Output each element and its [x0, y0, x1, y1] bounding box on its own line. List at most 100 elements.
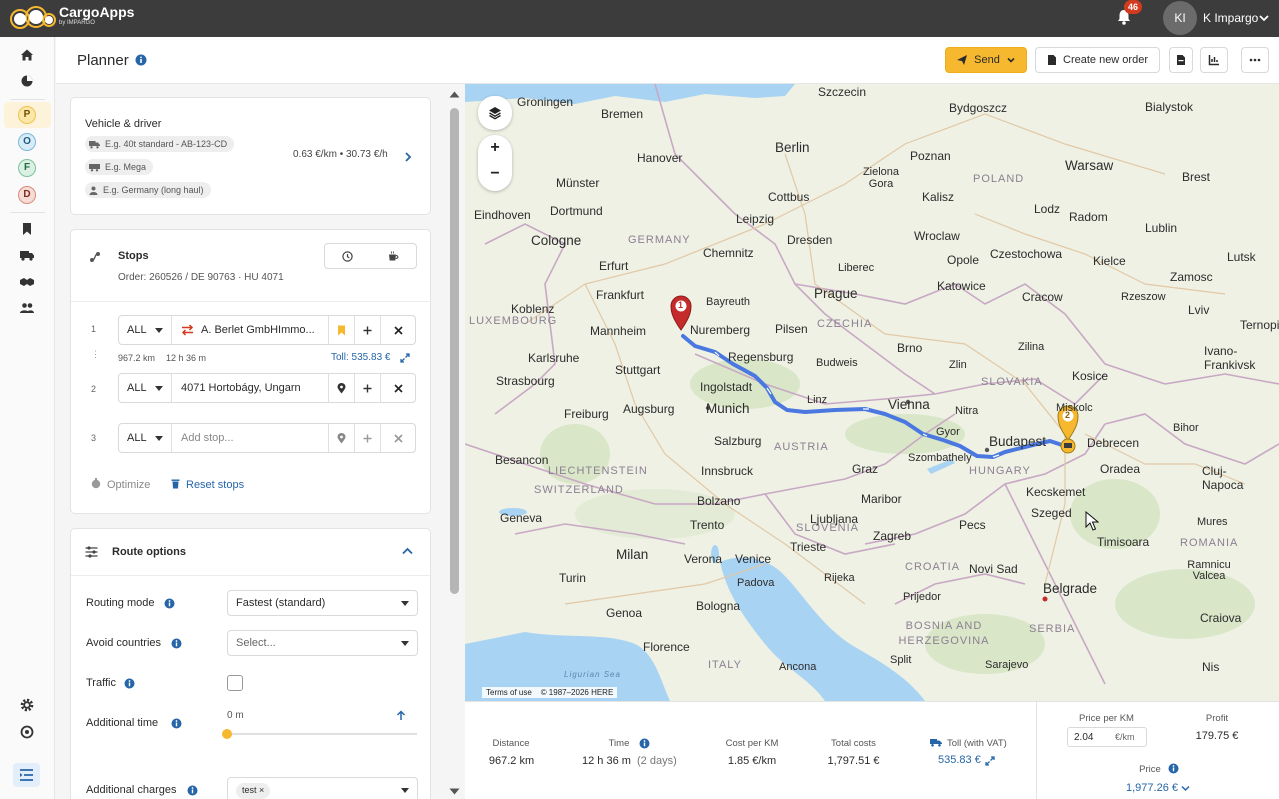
zoom-in-button[interactable]: +	[478, 139, 512, 157]
city-label: Sarajevo	[985, 659, 1029, 671]
close-icon	[393, 325, 403, 335]
info-icon[interactable]	[171, 718, 182, 729]
stop-2-name[interactable]: 4071 Hortobágy, Ungarn	[181, 382, 323, 394]
gear-icon[interactable]	[19, 697, 35, 713]
caret-down-icon	[401, 788, 409, 793]
city-label: Katowice	[937, 279, 986, 293]
truck-icon	[89, 140, 100, 148]
stop-filter-select[interactable]: ALL	[119, 424, 172, 452]
driver-chip[interactable]: E.g. Germany (long haul)	[85, 182, 211, 198]
create-new-order-button[interactable]: Create new order	[1035, 47, 1160, 73]
trailer-chip[interactable]: E.g. Mega	[85, 159, 154, 175]
stop-1-name[interactable]: A. Berlet GmbHImmo...	[201, 324, 323, 336]
route-marker-1[interactable]: 1	[678, 300, 683, 310]
zoom-out-button[interactable]: −	[478, 165, 512, 183]
city-label: Cracow	[1022, 290, 1063, 304]
locate-stop-button[interactable]	[328, 374, 354, 402]
info-icon[interactable]	[124, 678, 135, 689]
nav-documents[interactable]: D	[18, 186, 36, 204]
country-label: SLOVAKIA	[981, 376, 1043, 388]
stop-filter-select[interactable]: ALL	[119, 316, 172, 344]
scroll-up-icon[interactable]	[449, 91, 460, 98]
info-icon[interactable]	[171, 638, 182, 649]
city-label: Mures	[1197, 516, 1228, 528]
reset-stops-button[interactable]: Reset stops	[186, 479, 244, 491]
map-layers-button[interactable]	[478, 96, 512, 130]
info-icon[interactable]	[1168, 763, 1179, 774]
city-label: Verona	[684, 552, 723, 566]
add-stop-after-button[interactable]	[354, 316, 380, 344]
info-icon[interactable]	[639, 738, 650, 749]
optimize-button[interactable]: Optimize	[107, 479, 150, 491]
chevron-down-icon[interactable]	[1181, 785, 1190, 792]
optimize-icon	[91, 478, 101, 489]
city-label: Ternopil	[1240, 318, 1279, 332]
chevron-down-icon[interactable]	[1258, 12, 1270, 24]
user-name[interactable]: K Impargo	[1203, 11, 1258, 25]
info-icon[interactable]	[135, 54, 147, 66]
stop-filter-select[interactable]: ALL	[119, 374, 172, 402]
route-icon	[90, 252, 100, 262]
add-stop-after-button[interactable]	[354, 374, 380, 402]
toll-link[interactable]: Toll: 535.83 €	[331, 352, 391, 363]
expand-icon[interactable]	[985, 756, 995, 766]
scrollbar-thumb[interactable]	[450, 108, 459, 594]
remove-stop-button[interactable]	[380, 374, 415, 402]
users-icon[interactable]	[19, 300, 35, 316]
handshake-icon[interactable]	[19, 274, 35, 290]
country-label: GERMANY	[628, 234, 691, 246]
city-label: Szeged	[1031, 506, 1072, 520]
price-value[interactable]: 1,977.26 €	[1126, 782, 1178, 794]
pdf-button[interactable]	[1169, 47, 1193, 73]
vehicle-driver-card[interactable]: Vehicle & driver E.g. 40t standard - AB-…	[70, 97, 431, 215]
avatar[interactable]: KI	[1163, 1, 1197, 35]
more-button[interactable]	[1241, 47, 1269, 73]
collapse-nav-button[interactable]	[13, 763, 40, 787]
remove-stop-button[interactable]	[380, 316, 415, 344]
send-button[interactable]: Send	[945, 47, 1027, 73]
charge-tag[interactable]: test ×	[236, 783, 271, 799]
add-stop-after-button[interactable]	[354, 424, 380, 452]
support-icon[interactable]	[19, 724, 35, 740]
arrow-up-icon[interactable]	[396, 710, 406, 721]
scroll-down-icon[interactable]	[449, 788, 460, 795]
cargoapps-logo[interactable]	[6, 4, 56, 32]
truck-chip[interactable]: E.g. 40t standard - AB-123-CD	[85, 136, 235, 152]
clock-icon[interactable]	[342, 251, 353, 262]
city-label: Bolzano	[697, 494, 741, 508]
nav-orders[interactable]: O	[18, 133, 36, 151]
home-icon[interactable]	[19, 47, 35, 63]
city-label: Padova	[737, 577, 775, 589]
nav-fleet[interactable]: F	[18, 159, 36, 177]
additional-time-slider[interactable]	[222, 729, 232, 739]
route-map[interactable]: 1 2 POLAND GERMANY CZECHIA SLOVAKIA AUST…	[465, 84, 1279, 701]
coffee-icon[interactable]	[388, 251, 399, 262]
expand-icon[interactable]	[400, 353, 410, 363]
nav-planner[interactable]: P	[18, 106, 36, 124]
total-costs-label: Total costs	[831, 738, 876, 749]
traffic-checkbox[interactable]	[227, 675, 243, 691]
chevron-up-icon[interactable]	[402, 547, 413, 555]
locate-stop-button[interactable]	[328, 424, 354, 452]
price-per-km-input[interactable]: 2.04 €/km	[1067, 727, 1147, 747]
panel-scrollbar[interactable]	[446, 84, 464, 799]
routing-mode-select[interactable]: Fastest (standard)	[227, 590, 418, 616]
add-stop-input[interactable]: Add stop...	[181, 432, 323, 444]
truck-icon[interactable]	[19, 247, 35, 263]
dashboard-icon[interactable]	[19, 73, 35, 89]
info-icon[interactable]	[187, 785, 198, 796]
total-costs-value: 1,797.51 €	[827, 755, 880, 767]
analytics-button[interactable]	[1200, 47, 1228, 73]
chevron-right-icon[interactable]	[404, 152, 412, 162]
city-label: Hanover	[637, 151, 683, 165]
toll-value[interactable]: 535.83 €	[938, 754, 981, 766]
remove-stop-button[interactable]	[380, 424, 415, 452]
bookmark-icon[interactable]	[19, 221, 35, 237]
info-icon[interactable]	[164, 598, 175, 609]
avoid-countries-select[interactable]: Select...	[227, 630, 418, 656]
additional-charges-select[interactable]: test ×	[227, 777, 418, 799]
bookmark-stop-button[interactable]	[328, 316, 354, 344]
stop-row-2: ALL 4071 Hortobágy, Ungarn	[118, 373, 416, 403]
terms-of-use-link[interactable]: Terms of use	[486, 688, 532, 697]
city-label: Szombathely	[908, 452, 972, 464]
